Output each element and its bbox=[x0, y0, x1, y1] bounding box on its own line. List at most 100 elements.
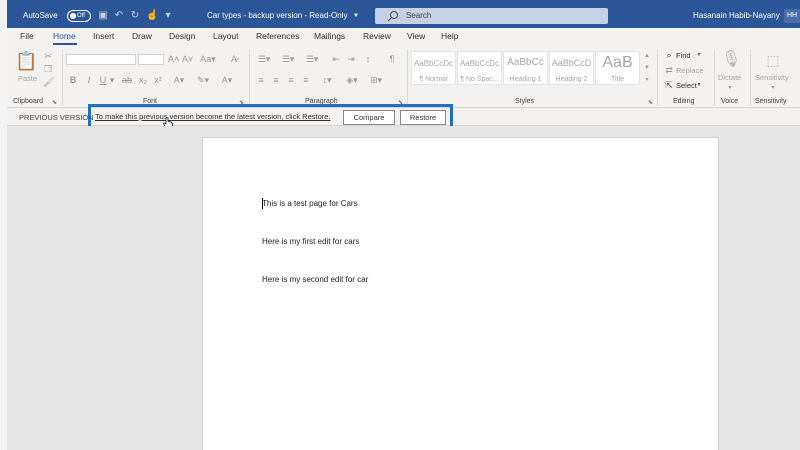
underline-icon[interactable]: U bbox=[98, 75, 108, 85]
toggle-knob bbox=[70, 13, 76, 19]
quick-access-menu-icon[interactable]: ▾ bbox=[162, 10, 174, 22]
ribbon-tabs: File Home Insert Draw Design Layout Refe… bbox=[7, 28, 800, 45]
numbering-icon[interactable]: ☰▾ bbox=[279, 54, 297, 64]
find-icon[interactable]: ⌕ bbox=[664, 50, 674, 60]
group-divider bbox=[750, 49, 751, 105]
line-spacing-icon[interactable]: ↕▾ bbox=[318, 75, 336, 85]
justify-icon[interactable]: ≡ bbox=[300, 75, 312, 85]
shrink-font-icon[interactable]: A˅ bbox=[182, 54, 193, 64]
align-right-icon[interactable]: ≡ bbox=[285, 75, 297, 85]
user-name[interactable]: Hasanain Habib-Nayany bbox=[693, 0, 780, 28]
restore-instructions-link[interactable]: To make this previous version become the… bbox=[95, 112, 331, 121]
copy-icon[interactable]: ❐ bbox=[43, 64, 53, 74]
clear-formatting-icon[interactable]: A̷ bbox=[228, 54, 240, 64]
superscript-icon[interactable]: x² bbox=[153, 75, 163, 85]
editing-group-label: Editing bbox=[673, 98, 695, 105]
align-center-icon[interactable]: ≡ bbox=[270, 75, 282, 85]
undo-icon[interactable]: ↶ bbox=[113, 10, 125, 22]
select-dropdown-icon[interactable]: ▾ bbox=[695, 80, 703, 90]
user-avatar[interactable]: HH bbox=[784, 9, 800, 23]
search-placeholder: Search bbox=[406, 11, 432, 20]
redo-icon[interactable]: ↻ bbox=[129, 10, 141, 22]
tab-design[interactable]: Design bbox=[169, 31, 195, 41]
highlight-color-icon[interactable]: ✎▾ bbox=[195, 75, 211, 85]
cut-icon[interactable]: ✂ bbox=[43, 51, 53, 61]
font-size-combo[interactable] bbox=[138, 54, 164, 65]
underline-dropdown-icon[interactable]: ▾ bbox=[108, 75, 116, 85]
style-heading-2[interactable]: AaBbCcD Heading 2 bbox=[549, 51, 594, 85]
sort-icon[interactable]: ↕ bbox=[362, 54, 374, 64]
title-dropdown-icon[interactable]: ▼ bbox=[353, 0, 359, 28]
microphone-icon[interactable]: 🎙 bbox=[721, 50, 741, 70]
clipboard-launcher-icon[interactable]: ⬊ bbox=[52, 99, 57, 106]
paste-label: Paste bbox=[18, 74, 38, 83]
subscript-icon[interactable]: x₂ bbox=[138, 75, 148, 85]
autosave-toggle[interactable]: Off bbox=[67, 10, 91, 22]
bold-icon[interactable]: B bbox=[68, 75, 78, 85]
document-paragraph[interactable]: Here is my first edit for cars bbox=[262, 237, 359, 246]
save-icon[interactable]: ▣ bbox=[97, 10, 109, 22]
font-name-combo[interactable] bbox=[66, 54, 136, 65]
show-formatting-icon[interactable]: ¶ bbox=[387, 54, 397, 64]
replace-icon[interactable]: ⇄ bbox=[664, 65, 674, 75]
select-icon[interactable]: ⇱ bbox=[664, 80, 674, 90]
group-divider bbox=[657, 49, 658, 105]
styles-more-icon[interactable]: ▾ bbox=[643, 75, 651, 85]
clipboard-group-label: Clipboard bbox=[13, 98, 43, 105]
title-bar: AutoSave Off ▣ ↶ ↻ ☝ ▾ Car types - backu… bbox=[7, 0, 800, 28]
dictate-dropdown-icon[interactable]: ▾ bbox=[726, 83, 734, 93]
tab-insert[interactable]: Insert bbox=[93, 31, 114, 41]
tab-layout[interactable]: Layout bbox=[213, 31, 239, 41]
document-title[interactable]: Car types - backup version - Read-Only bbox=[207, 0, 348, 28]
tab-review[interactable]: Review bbox=[363, 31, 391, 41]
search-box[interactable]: Search bbox=[375, 8, 608, 24]
find-dropdown-icon[interactable]: ▾ bbox=[695, 50, 703, 60]
font-color-icon[interactable]: A▾ bbox=[219, 75, 235, 85]
text-effects-icon[interactable]: A▾ bbox=[171, 75, 187, 85]
italic-icon[interactable]: I bbox=[84, 75, 94, 85]
document-page[interactable]: This is a test page for Cars Here is my … bbox=[202, 137, 719, 450]
styles-scroll-up-icon[interactable]: ▲ bbox=[643, 51, 651, 61]
tab-mailings[interactable]: Mailings bbox=[314, 31, 345, 41]
tab-file[interactable]: File bbox=[20, 31, 34, 41]
compare-button[interactable]: Compare bbox=[343, 110, 395, 125]
bullets-icon[interactable]: ☰▾ bbox=[255, 54, 273, 64]
format-painter-icon[interactable]: 🖌 bbox=[43, 77, 54, 87]
tab-view[interactable]: View bbox=[407, 31, 425, 41]
borders-icon[interactable]: ⊞▾ bbox=[367, 75, 385, 85]
sensitivity-icon[interactable]: ⬚ bbox=[764, 50, 782, 70]
style-no-spacing[interactable]: AaBbCcDc ¶ No Spac... bbox=[457, 51, 502, 85]
styles-launcher-icon[interactable]: ⬊ bbox=[648, 99, 653, 106]
find-label[interactable]: Find bbox=[676, 51, 691, 60]
tab-help[interactable]: Help bbox=[441, 31, 458, 41]
grow-font-icon[interactable]: A˄ bbox=[168, 54, 179, 64]
tab-references[interactable]: References bbox=[256, 31, 299, 41]
tab-home[interactable]: Home bbox=[53, 31, 76, 41]
autosave-label: AutoSave bbox=[23, 11, 58, 20]
align-left-icon[interactable]: ≡ bbox=[255, 75, 267, 85]
style-title[interactable]: AaB Title bbox=[595, 51, 640, 85]
strikethrough-icon[interactable]: ab bbox=[121, 75, 133, 85]
change-case-icon[interactable]: Aa▾ bbox=[200, 54, 216, 64]
document-paragraph[interactable]: This is a test page for Cars bbox=[262, 199, 358, 208]
styles-scroll-down-icon[interactable]: ▼ bbox=[643, 63, 651, 73]
shading-icon[interactable]: ◈▾ bbox=[343, 75, 361, 85]
replace-label[interactable]: Replace bbox=[676, 66, 704, 75]
dictate-label[interactable]: Dictate bbox=[718, 73, 741, 82]
style-heading-1[interactable]: AaBbCc Heading 1 bbox=[503, 51, 548, 85]
group-divider bbox=[62, 49, 63, 105]
sensitivity-group-label: Sensitivity bbox=[755, 98, 787, 105]
restore-button[interactable]: Restore bbox=[400, 110, 446, 125]
sensitivity-dropdown-icon[interactable]: ▾ bbox=[769, 83, 777, 93]
select-label[interactable]: Select bbox=[676, 81, 697, 90]
touch-mode-icon[interactable]: ☝ bbox=[146, 10, 158, 22]
paste-icon[interactable]: 📋 bbox=[15, 51, 37, 71]
document-paragraph[interactable]: Here is my second edit for car bbox=[262, 275, 368, 284]
decrease-indent-icon[interactable]: ⇤ bbox=[330, 54, 342, 64]
increase-indent-icon[interactable]: ⇥ bbox=[345, 54, 357, 64]
search-icon bbox=[387, 11, 398, 22]
tab-draw[interactable]: Draw bbox=[132, 31, 152, 41]
style-normal[interactable]: AaBbCcDc ¶ Normal bbox=[411, 51, 456, 85]
multilevel-list-icon[interactable]: ☰▾ bbox=[303, 54, 321, 64]
sensitivity-button-label[interactable]: Sensitivity bbox=[755, 73, 789, 82]
